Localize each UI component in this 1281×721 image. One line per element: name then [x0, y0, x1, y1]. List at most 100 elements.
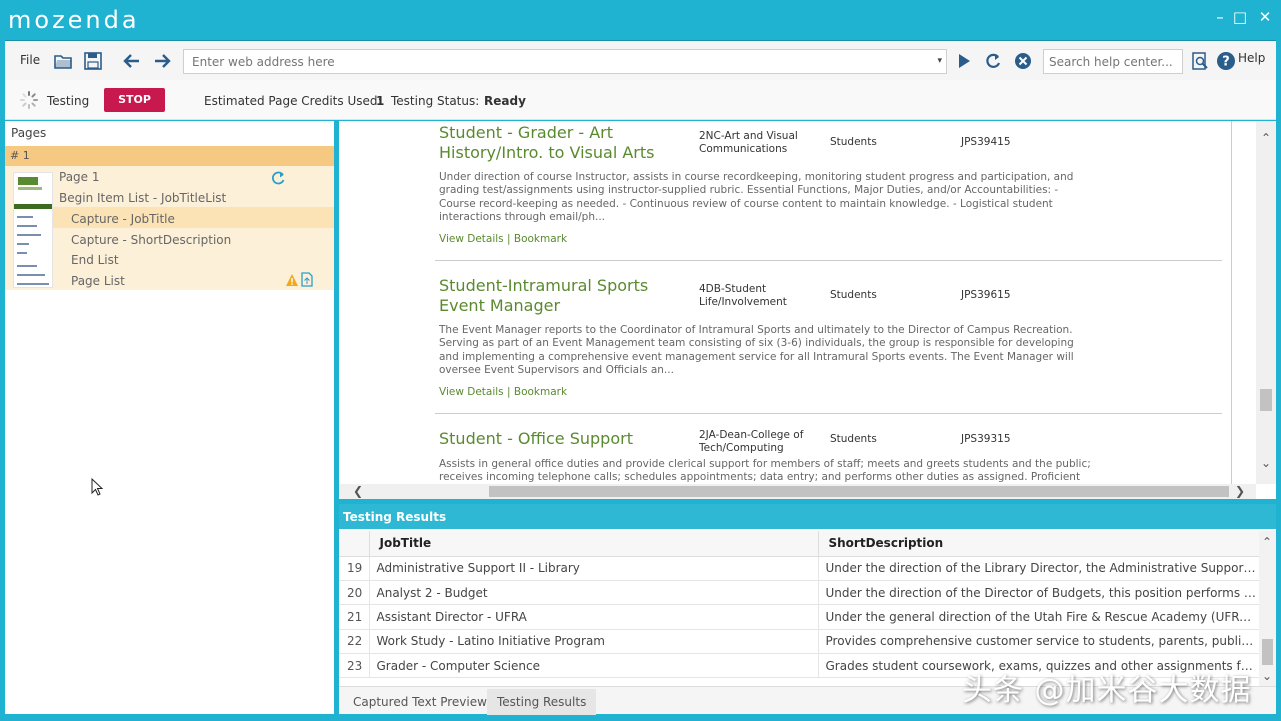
column-header-index[interactable]: [339, 531, 370, 557]
play-icon[interactable]: [954, 51, 974, 71]
tree-item-end-list[interactable]: End List: [71, 253, 119, 267]
row-index: 19: [339, 556, 370, 581]
column-header-shortdescription[interactable]: ShortDescription: [818, 531, 1260, 557]
toolbar: File ▾: [5, 40, 1276, 80]
scroll-up-icon[interactable]: ⌃: [1261, 131, 1271, 145]
job-title-link[interactable]: Student - Office Support: [439, 429, 739, 449]
refresh-page-icon[interactable]: [270, 170, 286, 186]
job-listing: Student - Grader - Art History/Intro. to…: [439, 123, 1221, 253]
job-code: JPS39415: [961, 136, 1011, 148]
stop-load-icon[interactable]: [1013, 51, 1033, 71]
tree-item-page[interactable]: Page 1: [59, 170, 100, 184]
testing-status-value: Ready: [484, 94, 526, 108]
browser-view: Student - Grader - Art History/Intro. to…: [339, 121, 1276, 499]
testing-results-header: Testing Results: [339, 504, 1276, 529]
column-header-jobtitle[interactable]: JobTitle: [369, 531, 819, 557]
open-folder-icon[interactable]: [53, 51, 73, 71]
status-bar: Testing STOP Estimated Page Credits Used…: [5, 80, 1276, 120]
forward-arrow-icon[interactable]: [152, 51, 172, 71]
spinner-icon: [20, 91, 38, 109]
job-description: Assists in general office duties and pro…: [439, 458, 1091, 484]
page-thumbnail[interactable]: [13, 172, 53, 288]
minimize-icon[interactable]: –: [1209, 6, 1231, 28]
title-bar: mozenda – □ ✕: [0, 0, 1281, 40]
job-links[interactable]: View Details | Bookmark: [439, 233, 567, 245]
job-listing: Student - Office Support 2JA-Dean-Colleg…: [439, 429, 1221, 484]
table-header-row: JobTitle ShortDescription: [339, 531, 1260, 557]
maximize-icon[interactable]: □: [1229, 6, 1251, 28]
search-document-icon[interactable]: [1190, 51, 1210, 71]
app-window: mozenda – □ ✕ File ▾: [0, 0, 1281, 721]
scroll-right-icon[interactable]: ❯: [1235, 484, 1245, 498]
row-index: 22: [339, 629, 370, 655]
pages-header: Pages: [11, 126, 47, 140]
job-audience: Students: [830, 433, 877, 445]
row-index: 23: [339, 653, 370, 679]
browser-vertical-scrollbar[interactable]: ⌃ ⌄: [1256, 121, 1276, 484]
row-index: 20: [339, 580, 370, 606]
job-department: 4DB-Student Life/Involvement: [699, 283, 787, 308]
job-department: 2JA-Dean-College of Tech/Computing: [699, 429, 804, 454]
tree-item-capture-jobtitle[interactable]: Capture - JobTitle: [71, 212, 175, 226]
file-menu[interactable]: File: [20, 53, 40, 67]
cell-shortdescription: Under the general direction of the Utah …: [818, 604, 1260, 630]
table-row[interactable]: 20 Analyst 2 - Budget Under the directio…: [339, 580, 1260, 606]
credits-label: Estimated Page Credits Used:: [204, 94, 382, 108]
job-title-link[interactable]: Student - Grader - Art History/Intro. to…: [439, 123, 694, 163]
results-scroll-down-icon[interactable]: ⌄: [1262, 669, 1272, 683]
address-dropdown-icon[interactable]: ▾: [937, 56, 942, 66]
back-arrow-icon[interactable]: [122, 51, 142, 71]
results-vertical-scrollbar[interactable]: ⌃ ⌄: [1259, 531, 1276, 686]
cell-jobtitle: Analyst 2 - Budget: [369, 580, 819, 606]
cell-shortdescription: Under the direction of the Director of B…: [818, 580, 1260, 606]
scroll-left-icon[interactable]: ❮: [353, 484, 363, 498]
table-row[interactable]: 19 Administrative Support II - Library U…: [339, 556, 1260, 581]
save-icon[interactable]: [83, 51, 103, 71]
page-thumbnail-image: [14, 173, 52, 287]
results-table: JobTitle ShortDescription 19 Administrat…: [339, 531, 1260, 679]
mouse-cursor-icon: [91, 478, 104, 496]
page-group-body: Page 1 Begin Item List - JobTitleList Ca…: [5, 166, 334, 290]
stop-button[interactable]: STOP: [104, 88, 165, 112]
help-icon[interactable]: ?: [1216, 51, 1236, 71]
results-scrollbar-thumb[interactable]: [1262, 639, 1273, 665]
job-links[interactable]: View Details | Bookmark: [439, 386, 567, 398]
document-icon[interactable]: [301, 272, 313, 287]
tree-item-capture-description[interactable]: Capture - ShortDescription: [71, 233, 231, 247]
job-description: The Event Manager reports to the Coordin…: [439, 324, 1074, 377]
horizontal-scrollbar-thumb[interactable]: [489, 486, 1229, 497]
pages-panel: Pages # 1 Page 1 Begin Item List - JobTi…: [5, 121, 334, 714]
address-bar[interactable]: ▾: [183, 49, 947, 74]
mozenda-logo: mozenda: [8, 6, 140, 34]
job-department: 2NC-Art and Visual Communications: [699, 130, 798, 155]
job-title-link[interactable]: Student-Intramural Sports Event Manager: [439, 276, 694, 316]
close-window-icon[interactable]: ✕: [1254, 6, 1276, 28]
scrollbar-thumb[interactable]: [1260, 389, 1272, 411]
job-audience: Students: [830, 136, 877, 148]
tab-testing-results[interactable]: Testing Results: [487, 689, 597, 715]
cell-jobtitle: Work Study - Latino Initiative Program: [369, 629, 819, 655]
help-label[interactable]: Help: [1238, 51, 1265, 65]
job-description: Under direction of course Instructor, as…: [439, 171, 1074, 224]
cell-jobtitle: Assistant Director - UFRA: [369, 604, 819, 630]
content-border: [1231, 121, 1232, 484]
scroll-down-icon[interactable]: ⌄: [1261, 456, 1271, 470]
job-code: JPS39315: [961, 433, 1011, 445]
help-search-box[interactable]: [1043, 49, 1183, 74]
results-scroll-up-icon[interactable]: ⌃: [1262, 535, 1272, 549]
watermark-text: 头条 @加米谷大数据: [962, 673, 1252, 708]
table-row[interactable]: 22 Work Study - Latino Initiative Progra…: [339, 629, 1260, 655]
job-separator: [435, 413, 1222, 414]
help-search-input[interactable]: [1044, 50, 1178, 73]
address-input[interactable]: [184, 50, 924, 73]
page-group-header[interactable]: # 1: [5, 146, 334, 166]
browser-horizontal-scrollbar[interactable]: ❮ ❯: [339, 484, 1256, 499]
svg-text:?: ?: [1222, 55, 1230, 70]
tree-item-page-list[interactable]: Page List: [71, 274, 125, 288]
tab-captured-text-preview[interactable]: Captured Text Preview: [343, 689, 497, 715]
job-listing: Student-Intramural Sports Event Manager …: [439, 276, 1221, 406]
tree-item-begin-list[interactable]: Begin Item List - JobTitleList: [59, 191, 226, 205]
warning-icon[interactable]: [285, 273, 299, 287]
refresh-icon[interactable]: [983, 51, 1003, 71]
table-row[interactable]: 21 Assistant Director - UFRA Under the g…: [339, 604, 1260, 630]
